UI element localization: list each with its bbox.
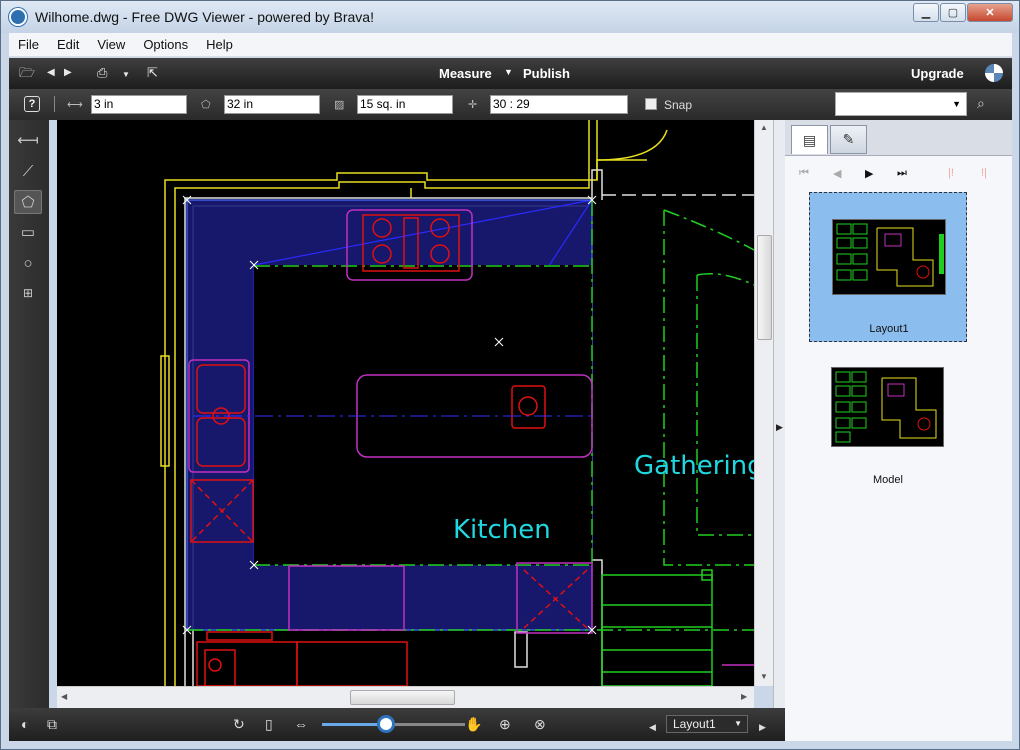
print-icon[interactable]: ⎙ (97, 66, 107, 80)
thumbnail-layout1[interactable]: Layout1 (809, 192, 967, 342)
length-field[interactable]: 3 in (91, 95, 187, 114)
thumbnail-label-layout1: Layout1 (869, 323, 909, 335)
snap-label: Snap (664, 98, 693, 112)
search-icon[interactable]: ⌕ (977, 95, 985, 112)
grid-tool-icon[interactable]: ⊞ (14, 281, 42, 305)
layout-dropdown-icon[interactable]: ▼ (734, 716, 742, 732)
menu-edit[interactable]: Edit (48, 37, 88, 52)
vertical-scroll-thumb[interactable] (757, 235, 772, 340)
close-button[interactable]: ✕ (967, 3, 1013, 22)
open-folder-icon[interactable]: 🗁 (19, 66, 35, 80)
page-icon[interactable]: ▯ (265, 717, 273, 731)
markups-tab-icon[interactable]: ✎ (830, 125, 867, 154)
kitchen-label: Kitchen (453, 515, 551, 545)
vertical-scrollbar[interactable]: ▲ ▼ (754, 120, 773, 686)
window-title: Wilhome.dwg - Free DWG Viewer - powered … (35, 9, 374, 25)
area-field[interactable]: 15 sq. in (357, 95, 453, 114)
menu-bar: File Edit View Options Help (9, 33, 1012, 57)
prev-markup-icon[interactable]: |! (948, 167, 954, 179)
horizontal-scrollbar[interactable]: ◀ ▶ (57, 686, 754, 708)
rotate-icon[interactable]: ↻ (233, 717, 245, 731)
app-window: Wilhome.dwg - Free DWG Viewer - powered … (0, 0, 1020, 750)
perimeter-icon: ⬠ (201, 99, 211, 111)
circle-tool-icon[interactable]: ○ (14, 251, 42, 275)
scroll-left-icon[interactable]: ◀ (61, 692, 67, 701)
minimize-button[interactable]: ▁ (913, 3, 939, 22)
search-input[interactable]: ▼ (835, 92, 967, 116)
polyline-tool-icon[interactable]: ⟋ (14, 159, 42, 183)
area-icon: ▨ (334, 99, 345, 111)
thumbnail-model[interactable] (831, 367, 944, 447)
drawing-canvas[interactable]: Kitchen Gathering (57, 120, 754, 686)
pan-hand-icon[interactable]: ✋ (465, 717, 482, 731)
perimeter-field[interactable]: 32 in (224, 95, 320, 114)
dimension-tool-icon[interactable]: ⟻ (14, 128, 42, 152)
last-page-icon[interactable]: ⏭ (897, 167, 907, 180)
menu-view[interactable]: View (88, 37, 134, 52)
bottom-toolbar: ◐ ⧉ ↻ ▯ ⇔ ✋ ⊕ ⊗ ◀ Layout1 ▼ ▶ (9, 708, 785, 741)
brava-app-icon (9, 8, 27, 26)
layout1-preview (832, 219, 946, 295)
title-bar: Wilhome.dwg - Free DWG Viewer - powered … (1, 1, 1019, 33)
panel-tabs: ▤ ✎ (785, 120, 1012, 156)
measure-toolbar: ? ⟷ 3 in ⬠ 32 in ▨ 15 sq. in ✛ 30 : 29 S… (9, 89, 1012, 120)
zoom-slider-knob[interactable] (377, 715, 395, 733)
select-pointer-icon[interactable]: ⇱ (147, 66, 158, 80)
main-toolbar: 🗁 ◀ ▶ ⎙ ▼ ⇱ Measure ▼ Publish Upgrade (9, 58, 1012, 89)
layout-select-value: Layout1 (673, 717, 716, 731)
search-dropdown-icon[interactable]: ▼ (952, 99, 961, 109)
scroll-right-icon[interactable]: ▶ (741, 692, 747, 701)
rectangle-tool-icon[interactable]: ▭ (14, 220, 42, 244)
layout-select[interactable]: Layout1 ▼ (666, 715, 748, 733)
help-button[interactable]: ? (24, 96, 40, 112)
snap-checkbox[interactable] (645, 98, 657, 110)
markup-tools-bar: ⟻ ⟋ ⬠ ▭ ○ ⊞ (9, 120, 49, 708)
thumbnail-panel: ▤ ✎ ⏮ ◀ ▶ ⏭ |! !| Layout1 Model (785, 120, 1012, 741)
collapse-panel-icon[interactable]: ▶ (776, 422, 783, 433)
zoom-extents-icon[interactable]: ⊗ (534, 717, 546, 731)
layout1-preview-drawing (836, 223, 944, 287)
toolbar-separator (54, 96, 55, 112)
layouts-tab-icon[interactable]: ▤ (791, 125, 828, 154)
menu-help[interactable]: Help (197, 37, 242, 52)
publish-button[interactable]: Publish (523, 66, 570, 81)
stair-lines (601, 569, 713, 686)
upgrade-icon[interactable] (985, 64, 1003, 82)
menu-options[interactable]: Options (134, 37, 197, 52)
maximize-button[interactable]: ▢ (940, 3, 966, 22)
scroll-down-icon[interactable]: ▼ (760, 672, 768, 681)
horizontal-scroll-thumb[interactable] (350, 690, 455, 705)
next-page-icon[interactable]: ▶ (865, 167, 873, 180)
contrast-icon[interactable]: ◐ (21, 717, 29, 731)
thumbnail-label-model: Model (873, 474, 903, 486)
coordinates-icon: ✛ (468, 99, 478, 111)
coordinates-field[interactable]: 30 : 29 (490, 95, 628, 114)
back-arrow-icon[interactable]: ◀ (47, 66, 55, 80)
measure-dropdown-icon[interactable]: ▼ (504, 67, 513, 77)
menu-file[interactable]: File (9, 37, 48, 52)
first-page-icon[interactable]: ⏮ (799, 167, 809, 180)
area-tool-icon[interactable]: ⬠ (14, 190, 42, 214)
gathering-label: Gathering (634, 451, 754, 481)
print-dropdown-icon[interactable]: ▼ (122, 68, 130, 82)
length-icon: ⟷ (67, 99, 83, 111)
measure-menu[interactable]: Measure (439, 66, 492, 81)
next-markup-icon[interactable]: !| (981, 167, 987, 179)
scroll-up-icon[interactable]: ▲ (760, 123, 768, 132)
forward-arrow-icon[interactable]: ▶ (64, 66, 72, 80)
fit-width-icon[interactable]: ⇔ (294, 717, 308, 731)
zoom-window-icon[interactable]: ⊕ (499, 717, 511, 731)
prev-page-icon[interactable]: ◀ (833, 167, 841, 180)
floor-plan-drawing: Kitchen Gathering (160, 120, 754, 686)
panel-splitter[interactable]: ▶ (773, 120, 785, 708)
next-layout-icon[interactable]: ▶ (759, 720, 766, 734)
layers-icon[interactable]: ⧉ (47, 717, 57, 731)
model-preview-drawing (835, 371, 937, 443)
upgrade-button[interactable]: Upgrade (911, 66, 964, 81)
prev-layout-icon[interactable]: ◀ (649, 720, 656, 734)
